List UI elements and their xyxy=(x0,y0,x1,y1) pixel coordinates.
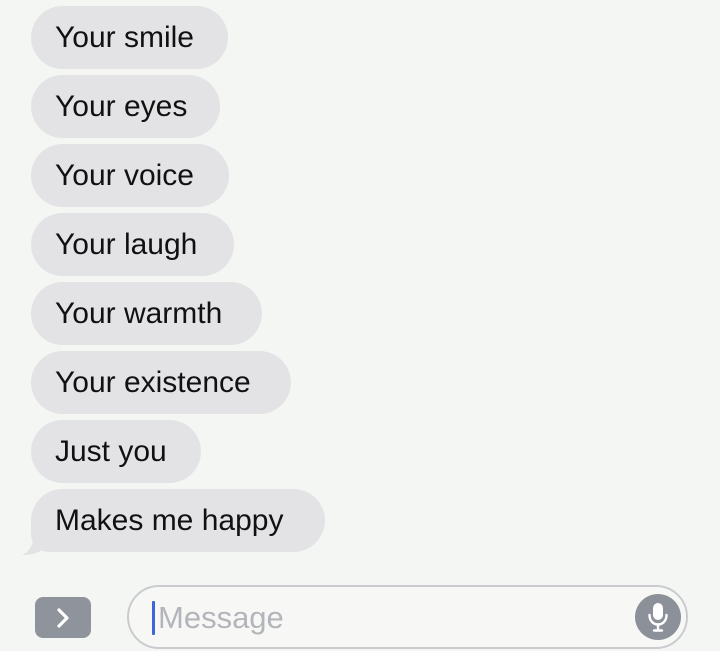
expand-apps-button[interactable] xyxy=(35,597,91,638)
message-bubble[interactable]: Your eyes xyxy=(31,75,220,138)
message-bubble[interactable]: Just you xyxy=(31,420,201,483)
message-thread: Your smile Your eyes Your voice Your lau… xyxy=(0,0,720,570)
message-bubble[interactable]: Your voice xyxy=(31,144,229,207)
message-bubble[interactable]: Your existence xyxy=(31,351,291,414)
microphone-icon xyxy=(648,603,668,632)
message-bubble[interactable]: Your warmth xyxy=(31,282,262,345)
dictation-button[interactable] xyxy=(635,594,681,640)
chevron-right-icon xyxy=(57,607,69,628)
text-caret xyxy=(152,601,155,635)
message-bubble[interactable]: Your smile xyxy=(31,6,228,69)
message-input[interactable]: Message xyxy=(127,585,688,649)
message-bubble-last[interactable]: Makes me happy xyxy=(31,489,325,552)
message-placeholder: Message xyxy=(158,600,284,635)
message-bubble[interactable]: Your laugh xyxy=(31,213,234,276)
